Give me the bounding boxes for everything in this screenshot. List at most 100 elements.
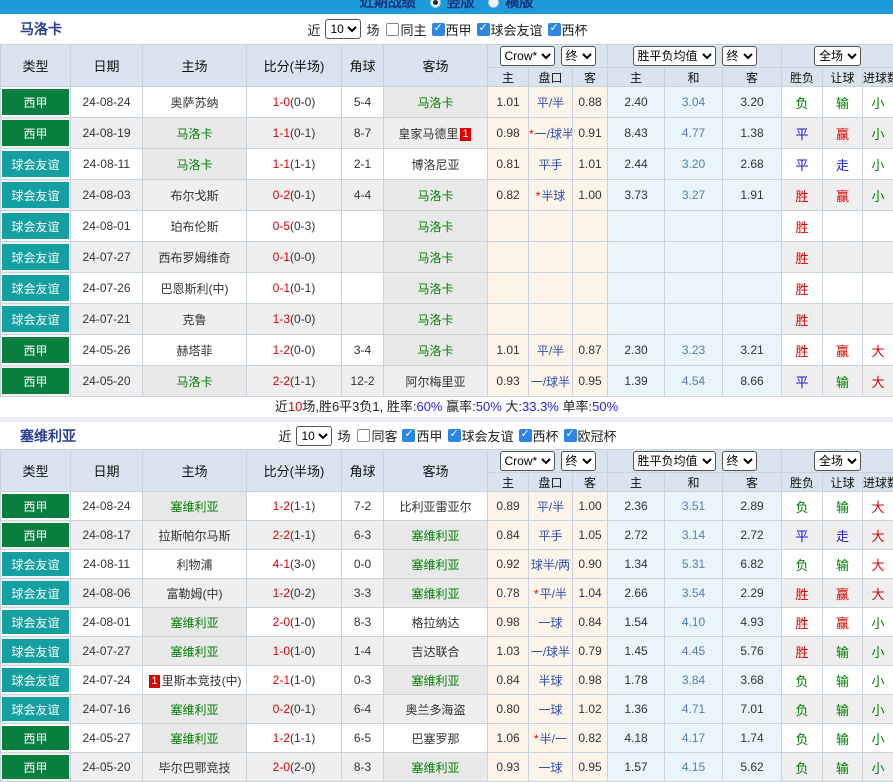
league-checkbox[interactable]	[564, 429, 577, 442]
handicap: 一/球半	[535, 127, 573, 141]
odds-state-select[interactable]: 终	[561, 46, 596, 66]
league-filter[interactable]: 西甲	[432, 20, 472, 39]
away-team: 马洛卡	[417, 313, 453, 327]
league-checkbox[interactable]	[402, 429, 415, 442]
odds-away	[573, 211, 608, 242]
match-date: 24-07-21	[71, 304, 143, 335]
league-filter[interactable]: 球会友谊	[448, 426, 514, 445]
avg-home-win: 2.66	[608, 579, 665, 608]
away-team-cell: 马洛卡	[384, 87, 488, 118]
avg-select[interactable]: 胜平负均值	[633, 46, 716, 66]
avg-select[interactable]: 胜平负均值	[633, 451, 716, 471]
result-wdl: 胜	[782, 335, 823, 366]
home-team: 赫塔菲	[176, 344, 212, 358]
league-filter[interactable]: 欧冠杯	[564, 426, 617, 445]
home-team: 塞维利亚	[170, 732, 218, 746]
odds-home	[488, 273, 529, 304]
halftime-score: (2-0)	[290, 760, 315, 774]
result-wdl: 胜	[782, 637, 823, 666]
match-date: 24-08-24	[71, 87, 143, 118]
league-checkbox[interactable]	[448, 429, 461, 442]
result-handicap: 输	[823, 724, 863, 753]
handicap-cell: 球半/两	[529, 550, 573, 579]
match-row: 西甲24-05-27塞维利亚1-2(1-1)6-5巴塞罗那1.06*半/一0.8…	[1, 724, 893, 753]
avg-state-select[interactable]: 终	[722, 451, 757, 471]
league-filter[interactable]: 球会友谊	[477, 20, 543, 39]
handicap-cell: *一/球半	[529, 118, 573, 149]
result-goals: 大	[863, 579, 893, 608]
league-type-badge: 球会友谊	[2, 306, 69, 332]
odds-away: 0.88	[573, 87, 608, 118]
result-wdl: 胜	[782, 304, 823, 335]
league-type-cell: 球会友谊	[1, 180, 71, 211]
home-team-cell: 塞维利亚	[143, 492, 247, 521]
odds-state-select[interactable]: 终	[561, 451, 596, 471]
matches-table: 类型日期主场比分(半场)角球客场Crow*终胜平负均值终全场主盘口客主和客胜负让…	[0, 44, 893, 397]
fulltime-score: 1-0	[273, 644, 290, 658]
scope-select[interactable]: 全场	[814, 451, 861, 471]
avg-draw	[665, 242, 723, 273]
halftime-score: (1-0)	[290, 615, 315, 629]
avg-draw: 3.84	[665, 666, 723, 695]
score-cell: 2-2(1-1)	[247, 366, 342, 397]
same-venue-checkbox[interactable]	[357, 429, 370, 442]
same-venue-checkbox[interactable]	[386, 23, 399, 36]
league-checkbox[interactable]	[477, 23, 490, 36]
avg-state-select[interactable]: 终	[722, 46, 757, 66]
league-filter[interactable]: 西甲	[402, 426, 442, 445]
home-team-cell: 布尔戈斯	[143, 180, 247, 211]
scope-select[interactable]: 全场	[814, 46, 861, 66]
avg-home-win: 1.57	[608, 753, 665, 782]
result-goals: 大	[863, 366, 893, 397]
league-filter[interactable]: 西杯	[519, 426, 559, 445]
team-section: 马洛卡近10场同主西甲球会友谊西杯类型日期主场比分(半场)角球客场Crow*终胜…	[0, 14, 893, 417]
league-type-cell: 西甲	[1, 118, 71, 149]
league-type-cell: 球会友谊	[1, 304, 71, 335]
result-wdl: 胜	[782, 579, 823, 608]
avg-home-win: 2.44	[608, 149, 665, 180]
league-type-cell: 球会友谊	[1, 637, 71, 666]
league-filter[interactable]: 西杯	[548, 20, 588, 39]
odds-company-select[interactable]: Crow*	[500, 46, 555, 66]
subcolumn-header: 客	[723, 68, 782, 87]
home-team: 马洛卡	[176, 158, 212, 172]
home-team: 富勒姆(中)	[167, 587, 223, 601]
league-type-cell: 球会友谊	[1, 211, 71, 242]
odds-away: 1.02	[573, 695, 608, 724]
league-type-cell: 西甲	[1, 335, 71, 366]
away-team-cell: 奥兰多海盗	[384, 695, 488, 724]
away-team: 博洛尼亚	[411, 158, 459, 172]
league-type-cell: 球会友谊	[1, 695, 71, 724]
home-team-cell: 塞维利亚	[143, 695, 247, 724]
league-type-cell: 球会友谊	[1, 608, 71, 637]
result-handicap	[823, 273, 863, 304]
home-team: 奥萨苏纳	[170, 96, 218, 110]
odds-away: 1.00	[573, 180, 608, 211]
layout-radio-vertical[interactable]	[430, 0, 441, 8]
result-goals: 小	[863, 87, 893, 118]
recent-count-select[interactable]: 10	[296, 426, 332, 446]
league-checkbox[interactable]	[519, 429, 532, 442]
avg-header-group: 胜平负均值终	[608, 450, 782, 473]
same-venue-filter[interactable]: 同客	[357, 426, 397, 445]
handicap: 一/球半	[531, 645, 570, 659]
odds-company-select[interactable]: Crow*	[500, 451, 555, 471]
avg-home-win: 2.72	[608, 521, 665, 550]
home-team-cell: 1里斯本竞技(中)	[143, 666, 247, 695]
match-date: 24-07-24	[71, 666, 143, 695]
same-venue-filter[interactable]: 同主	[386, 20, 426, 39]
match-row: 球会友谊24-08-11马洛卡1-1(1-1)2-1博洛尼亚0.81平手1.01…	[1, 149, 893, 180]
match-row: 西甲24-08-24奥萨苏纳1-0(0-0)5-4马洛卡1.01平/半0.882…	[1, 87, 893, 118]
recent-count-select[interactable]: 10	[325, 19, 361, 39]
layout-radio-horizontal[interactable]	[488, 0, 499, 8]
odds-away: 0.98	[573, 666, 608, 695]
league-checkbox[interactable]	[548, 23, 561, 36]
league-checkbox[interactable]	[432, 23, 445, 36]
score-cell: 1-2(0-0)	[247, 335, 342, 366]
handicap: 一球	[538, 616, 562, 630]
result-goals: 小	[863, 724, 893, 753]
avg-header-group: 胜平负均值终	[608, 45, 782, 68]
league-type-cell: 西甲	[1, 521, 71, 550]
away-team-cell: 马洛卡	[384, 273, 488, 304]
score-cell: 1-0(0-0)	[247, 87, 342, 118]
